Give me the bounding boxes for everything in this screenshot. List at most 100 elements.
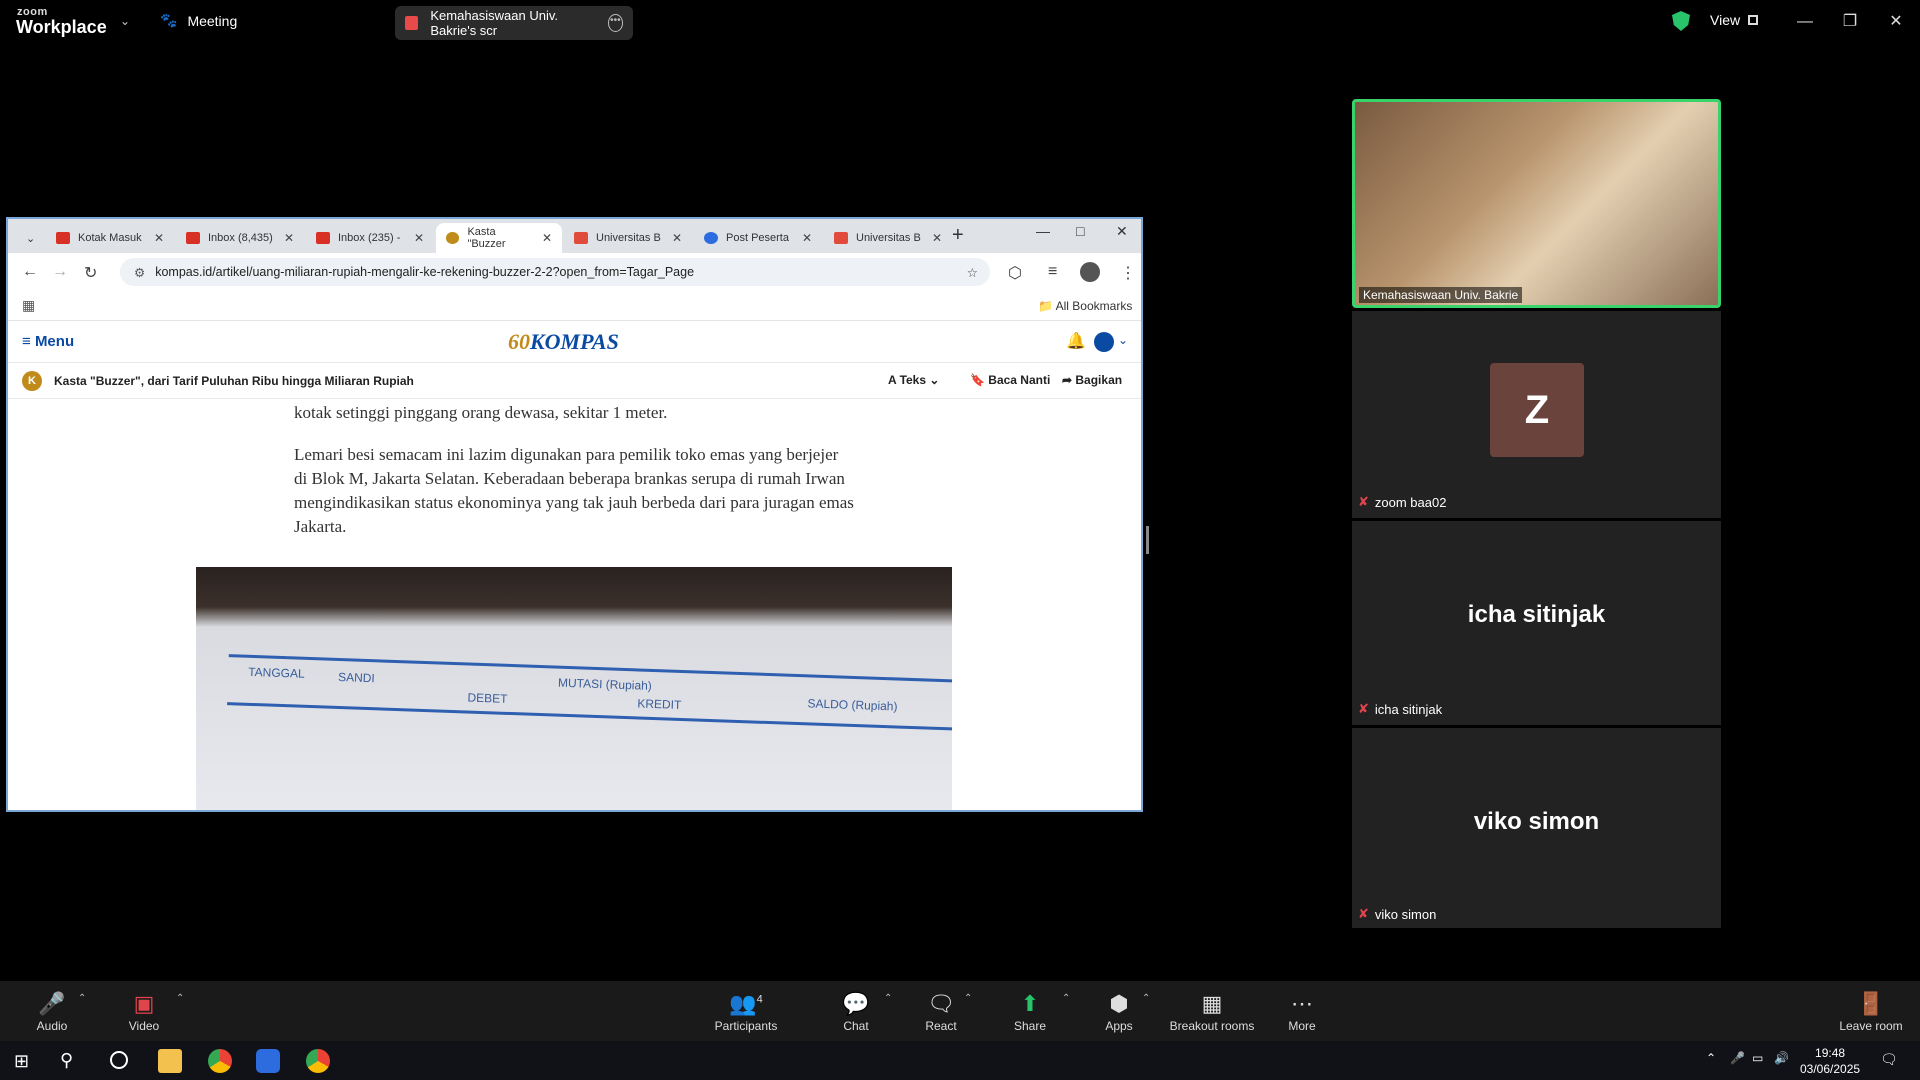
close-tab-icon[interactable]: ✕ xyxy=(542,231,552,245)
chat-icon: 💬 xyxy=(842,991,870,1016)
bookmark-star-icon[interactable]: ☆ xyxy=(967,265,978,280)
user-avatar[interactable] xyxy=(1094,332,1114,352)
kompas-k-icon: K xyxy=(22,371,42,391)
media-control-icon[interactable]: ≡ xyxy=(1048,263,1057,281)
profile-avatar[interactable] xyxy=(1080,262,1100,282)
mic-tray-icon[interactable]: 🎤 xyxy=(1730,1051,1745,1065)
extensions-icon[interactable]: ⬡ xyxy=(1008,263,1022,283)
participants-button[interactable]: 👥4 Participants xyxy=(712,991,780,1033)
tab-gmail-1[interactable]: Kotak Masuk ✕ xyxy=(46,223,174,253)
cortana-icon[interactable] xyxy=(110,1051,128,1069)
apps-icon: ⬢ xyxy=(1109,991,1129,1016)
zoom-app-icon[interactable] xyxy=(256,1049,280,1073)
participant-tile-viko[interactable]: viko simon ✘ viko simon xyxy=(1352,728,1721,928)
chrome-icon[interactable] xyxy=(208,1049,232,1073)
screen-share-icon xyxy=(405,16,419,30)
new-tab-icon[interactable]: + xyxy=(952,224,964,247)
zoom-workplace-label[interactable]: Workplace xyxy=(16,17,107,38)
article-photo-bank-statement[interactable]: TANGGAL SANDI MUTASI (Rupiah) DEBET KRED… xyxy=(196,567,952,810)
resize-handle[interactable] xyxy=(1146,526,1149,554)
more-options-icon[interactable]: ••• xyxy=(607,14,624,32)
tab-gmail-2[interactable]: Inbox (8,435) ✕ xyxy=(176,223,304,253)
chrome-active-icon[interactable] xyxy=(306,1049,330,1073)
apps-grid-icon[interactable]: ▦ xyxy=(22,297,35,314)
restore-button[interactable]: ❐ xyxy=(1830,8,1870,36)
search-icon[interactable]: ⚲ xyxy=(60,1050,73,1071)
system-clock[interactable]: 19:48 03/06/2025 xyxy=(1800,1045,1860,1077)
kebab-menu-icon[interactable]: ⋮ xyxy=(1120,263,1136,283)
close-tab-icon[interactable]: ✕ xyxy=(802,231,812,245)
audio-options-caret[interactable]: ⌃ xyxy=(78,993,86,1004)
video-options-caret[interactable]: ⌃ xyxy=(176,993,184,1004)
share-article-button[interactable]: ➦ Bagikan xyxy=(1062,373,1122,387)
file-explorer-icon[interactable] xyxy=(158,1049,182,1073)
shield-icon[interactable] xyxy=(1672,11,1690,31)
article-paragraph: kotak setinggi pinggang orang dewasa, se… xyxy=(294,403,668,422)
apps-button[interactable]: ⬢ Apps xyxy=(1100,991,1138,1033)
close-tab-icon[interactable]: ✕ xyxy=(284,231,294,245)
read-later-button[interactable]: 🔖 Baca Nanti xyxy=(970,373,1050,387)
tab-post-peserta[interactable]: Post Peserta ✕ xyxy=(694,223,822,253)
tab-universitas-1[interactable]: Universitas B ✕ xyxy=(564,223,692,253)
windows-start-icon[interactable]: ⊞ xyxy=(14,1051,29,1072)
apps-options-caret[interactable]: ⌃ xyxy=(1142,993,1150,1004)
network-icon[interactable]: ▭ xyxy=(1752,1051,1763,1065)
screen-share-indicator[interactable]: Kemahasiswaan Univ. Bakrie's scr ••• xyxy=(395,6,633,40)
volume-icon[interactable]: 🔊 xyxy=(1774,1051,1789,1065)
forward-icon[interactable]: → xyxy=(52,263,68,281)
view-label: View xyxy=(1710,12,1741,28)
chevron-up-icon[interactable]: ⌃ xyxy=(1706,1051,1716,1065)
close-tab-icon[interactable]: ✕ xyxy=(414,231,424,245)
url-text: kompas.id/artikel/uang-miliaran-rupiah-m… xyxy=(155,265,695,279)
participant-tile-icha[interactable]: icha sitinjak ✘ icha sitinjak xyxy=(1352,521,1721,725)
close-icon[interactable]: ✕ xyxy=(1116,223,1128,240)
maximize-icon[interactable]: □ xyxy=(1076,223,1084,239)
tab-list-button[interactable]: ⌄ xyxy=(16,223,36,253)
leave-room-icon: 🚪 xyxy=(1857,991,1885,1016)
kompas-logo[interactable]: 60KOMPAS xyxy=(508,329,619,355)
more-button[interactable]: ⋯ More xyxy=(1282,991,1322,1033)
article-title: Kasta "Buzzer", dari Tarif Puluhan Ribu … xyxy=(54,374,414,388)
participant-display-name: viko simon xyxy=(1473,808,1600,835)
windows-taskbar: ⊞ ⚲ ⌃ 🎤 ▭ 🔊 19:48 03/06/2025 🗨 xyxy=(0,1041,1920,1080)
mic-off-icon: 🎤 xyxy=(38,991,66,1016)
kompas-menu-button[interactable]: ≡ Menu xyxy=(22,333,74,350)
close-button[interactable]: ✕ xyxy=(1876,8,1916,36)
minimize-button[interactable]: — xyxy=(1785,8,1825,36)
leave-room-button[interactable]: 🚪 Leave room xyxy=(1838,991,1904,1033)
article-paragraph: Lemari besi semacam ini lazim digunakan … xyxy=(294,445,854,536)
share-options-caret[interactable]: ⌃ xyxy=(1062,993,1070,1004)
tab-kompas[interactable]: Kasta "Buzzer ✕ xyxy=(436,223,562,253)
tab-universitas-2[interactable]: Universitas B ✕ xyxy=(824,223,952,253)
bank-statement-table: TANGGAL SANDI MUTASI (Rupiah) DEBET KRED… xyxy=(224,654,952,810)
close-tab-icon[interactable]: ✕ xyxy=(932,231,942,245)
address-bar[interactable]: ⚙ kompas.id/artikel/uang-miliaran-rupiah… xyxy=(120,258,990,286)
back-icon[interactable]: ← xyxy=(22,263,38,281)
react-options-caret[interactable]: ⌃ xyxy=(964,993,972,1004)
all-bookmarks-button[interactable]: 📁 All Bookmarks xyxy=(1038,299,1132,313)
chevron-down-icon[interactable]: ⌄ xyxy=(1118,333,1128,347)
audio-button[interactable]: 🎤 Audio xyxy=(30,991,74,1033)
tab-strip: ⌄ Kotak Masuk ✕ Inbox (8,435) ✕ Inbox (235… xyxy=(8,219,1141,253)
chat-options-caret[interactable]: ⌃ xyxy=(884,993,892,1004)
view-button[interactable]: View xyxy=(1710,12,1759,28)
tab-gmail-3[interactable]: Inbox (235) - ✕ xyxy=(306,223,434,253)
meeting-menu-button[interactable]: 🐾 Meeting xyxy=(160,12,237,29)
active-speaker-video[interactable]: Kemahasiswaan Univ. Bakrie xyxy=(1352,99,1721,308)
chat-button[interactable]: 💬 Chat xyxy=(836,991,876,1033)
reload-icon[interactable]: ↻ xyxy=(84,263,97,283)
notification-bell-icon[interactable]: 🔔 xyxy=(1066,331,1086,351)
browser-toolbar: ← → ↻ ⚙ kompas.id/artikel/uang-miliaran-… xyxy=(8,253,1141,291)
close-tab-icon[interactable]: ✕ xyxy=(154,231,164,245)
share-button[interactable]: ⬆ Share xyxy=(1008,991,1052,1033)
site-info-icon[interactable]: ⚙ xyxy=(134,265,145,280)
breakout-rooms-button[interactable]: ▦ Breakout rooms xyxy=(1166,991,1258,1033)
minimize-icon[interactable]: — xyxy=(1036,223,1050,239)
participant-name: Kemahasiswaan Univ. Bakrie xyxy=(1359,287,1523,303)
video-button[interactable]: ▣ Video xyxy=(122,991,166,1033)
chevron-down-icon[interactable]: ⌄ xyxy=(120,14,130,28)
react-button[interactable]: 🗨 React xyxy=(920,991,962,1033)
close-tab-icon[interactable]: ✕ xyxy=(672,231,682,245)
text-size-button[interactable]: A Teks ⌄ xyxy=(888,373,939,387)
notifications-icon[interactable]: 🗨 xyxy=(1880,1051,1898,1068)
